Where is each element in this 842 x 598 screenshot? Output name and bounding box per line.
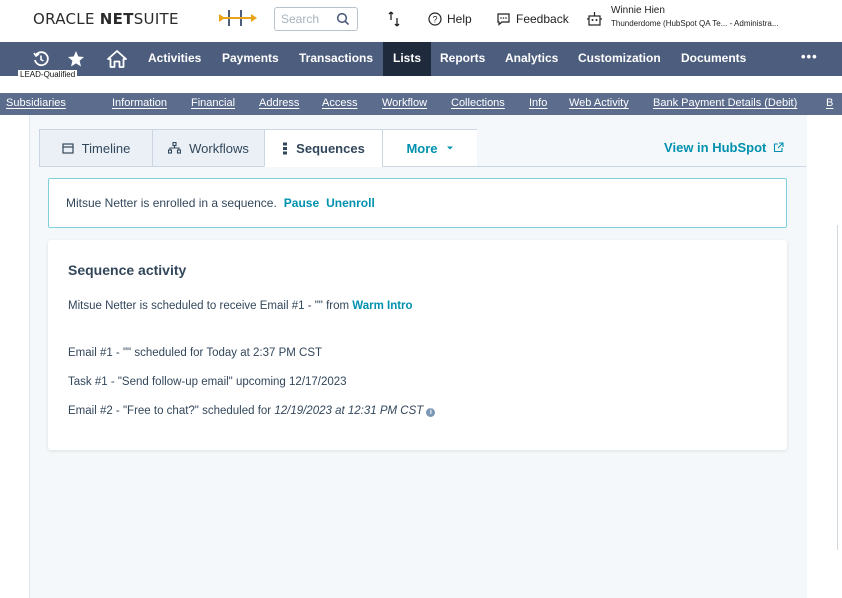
tab-sequences[interactable]: Sequences — [264, 129, 383, 167]
enrollment-message: Mitsue Netter is enrolled in a sequence. — [66, 196, 277, 210]
subtab-workflow[interactable]: Workflow — [382, 97, 427, 109]
help-icon: ? — [428, 12, 442, 26]
feedback-link[interactable]: Feedback — [496, 10, 569, 28]
tab-timeline[interactable]: Timeline — [39, 129, 153, 167]
scrollbar[interactable] — [837, 225, 842, 550]
caret-down-icon — [446, 146, 453, 150]
sequence-step-3-date: 12/19/2023 at 12:31 PM CST — [274, 405, 424, 417]
search-icon[interactable] — [336, 12, 350, 26]
sequence-step-2: Task #1 - "Send follow-up email" upcomin… — [68, 376, 347, 388]
sequence-name-link[interactable]: Warm Intro — [352, 300, 412, 312]
help-label: Help — [447, 12, 472, 26]
home-icon[interactable] — [107, 50, 127, 68]
nav-documents[interactable]: Documents — [681, 51, 746, 65]
nav-customization[interactable]: Customization — [578, 51, 661, 65]
nav-lists[interactable]: Lists — [393, 51, 421, 65]
schedule-summary: Mitsue Netter is scheduled to receive Em… — [68, 300, 413, 312]
calendar-icon — [62, 143, 74, 154]
global-search-input[interactable]: Search — [274, 7, 358, 31]
unenroll-button[interactable]: Unenroll — [326, 196, 375, 210]
subtab-financial[interactable]: Financial — [191, 97, 235, 109]
subtab-info[interactable]: Info — [529, 97, 547, 109]
search-placeholder: Search — [281, 12, 320, 26]
sequence-activity-card: Sequence activity Mitsue Netter is sched… — [48, 240, 787, 450]
nav-more-button[interactable]: ••• — [801, 49, 818, 64]
logo-text-net: NET — [99, 10, 134, 28]
nav-transactions[interactable]: Transactions — [299, 51, 373, 65]
view-in-hubspot-link[interactable]: View in HubSpot — [664, 140, 784, 155]
enrollment-alert: Mitsue Netter is enrolled in a sequence.… — [48, 178, 787, 228]
nav-payments[interactable]: Payments — [222, 51, 279, 65]
subtab-web-activity[interactable]: Web Activity — [569, 97, 629, 109]
subtab-information[interactable]: Information — [112, 97, 167, 109]
logo-text-suite: SUITE — [133, 10, 179, 28]
chat-bubble-icon — [497, 13, 510, 26]
role-switch-icon[interactable] — [586, 10, 603, 27]
tab-more-dropdown[interactable]: More — [382, 129, 478, 167]
nav-reports[interactable]: Reports — [440, 51, 485, 65]
subtab-bank-payment-details[interactable]: Bank Payment Details (Debit) — [653, 97, 797, 109]
view-in-hubspot-label: View in HubSpot — [664, 140, 767, 155]
sequence-step-3: Email #2 - "Free to chat?" scheduled for… — [68, 405, 436, 417]
workflow-icon — [168, 142, 182, 154]
recent-history-icon[interactable] — [32, 50, 50, 68]
svg-text:?: ? — [432, 15, 437, 25]
feedback-label: Feedback — [516, 12, 569, 26]
subtab-address[interactable]: Address — [259, 97, 299, 109]
subtab-overflow[interactable]: B — [826, 97, 833, 109]
schedule-summary-text: Mitsue Netter is scheduled to receive Em… — [68, 300, 353, 312]
pause-sequence-button[interactable]: Pause — [284, 196, 319, 210]
company-logo-icon — [219, 10, 257, 26]
user-name[interactable]: Winnie Hien — [611, 5, 665, 16]
external-link-icon — [773, 142, 784, 153]
sequence-step-1: Email #1 - "" scheduled for Today at 2:3… — [68, 347, 323, 359]
help-link[interactable]: ? Help — [428, 10, 472, 28]
sequence-step-3-text: Email #2 - "Free to chat?" scheduled for — [68, 405, 275, 417]
nav-activities[interactable]: Activities — [148, 51, 201, 65]
subtab-collections[interactable]: Collections — [451, 97, 505, 109]
sequence-icon — [283, 142, 288, 154]
tab-workflows-label: Workflows — [189, 140, 249, 156]
tab-sequences-label: Sequences — [296, 140, 365, 156]
nav-analytics[interactable]: Analytics — [505, 51, 558, 65]
record-status-label: LEAD-Qualified — [18, 70, 78, 79]
tab-workflows[interactable]: Workflows — [152, 129, 265, 167]
netsuite-logo[interactable]: ORACLE NETSUITE — [33, 10, 179, 28]
info-icon[interactable]: i — [426, 408, 436, 417]
subtab-subsidiaries[interactable]: Subsidiaries — [6, 97, 66, 109]
subtab-access[interactable]: Access — [322, 97, 357, 109]
tab-strip-filler: View in HubSpot — [477, 129, 806, 167]
sequence-activity-title: Sequence activity — [68, 262, 187, 278]
recent-records-icon[interactable] — [387, 11, 401, 27]
tab-timeline-label: Timeline — [81, 140, 131, 156]
top-bar: ORACLE NETSUITE Search ? Help Feedback W… — [0, 0, 842, 38]
tab-more-label: More — [406, 140, 438, 156]
user-account-context[interactable]: Thunderdome (HubSpot QA Te... - Administ… — [611, 19, 779, 28]
favorites-star-icon[interactable] — [67, 50, 85, 68]
logo-text-oracle: ORACLE — [33, 10, 100, 28]
hubspot-tabs: Timeline Workflows Sequences More View i… — [39, 129, 806, 167]
